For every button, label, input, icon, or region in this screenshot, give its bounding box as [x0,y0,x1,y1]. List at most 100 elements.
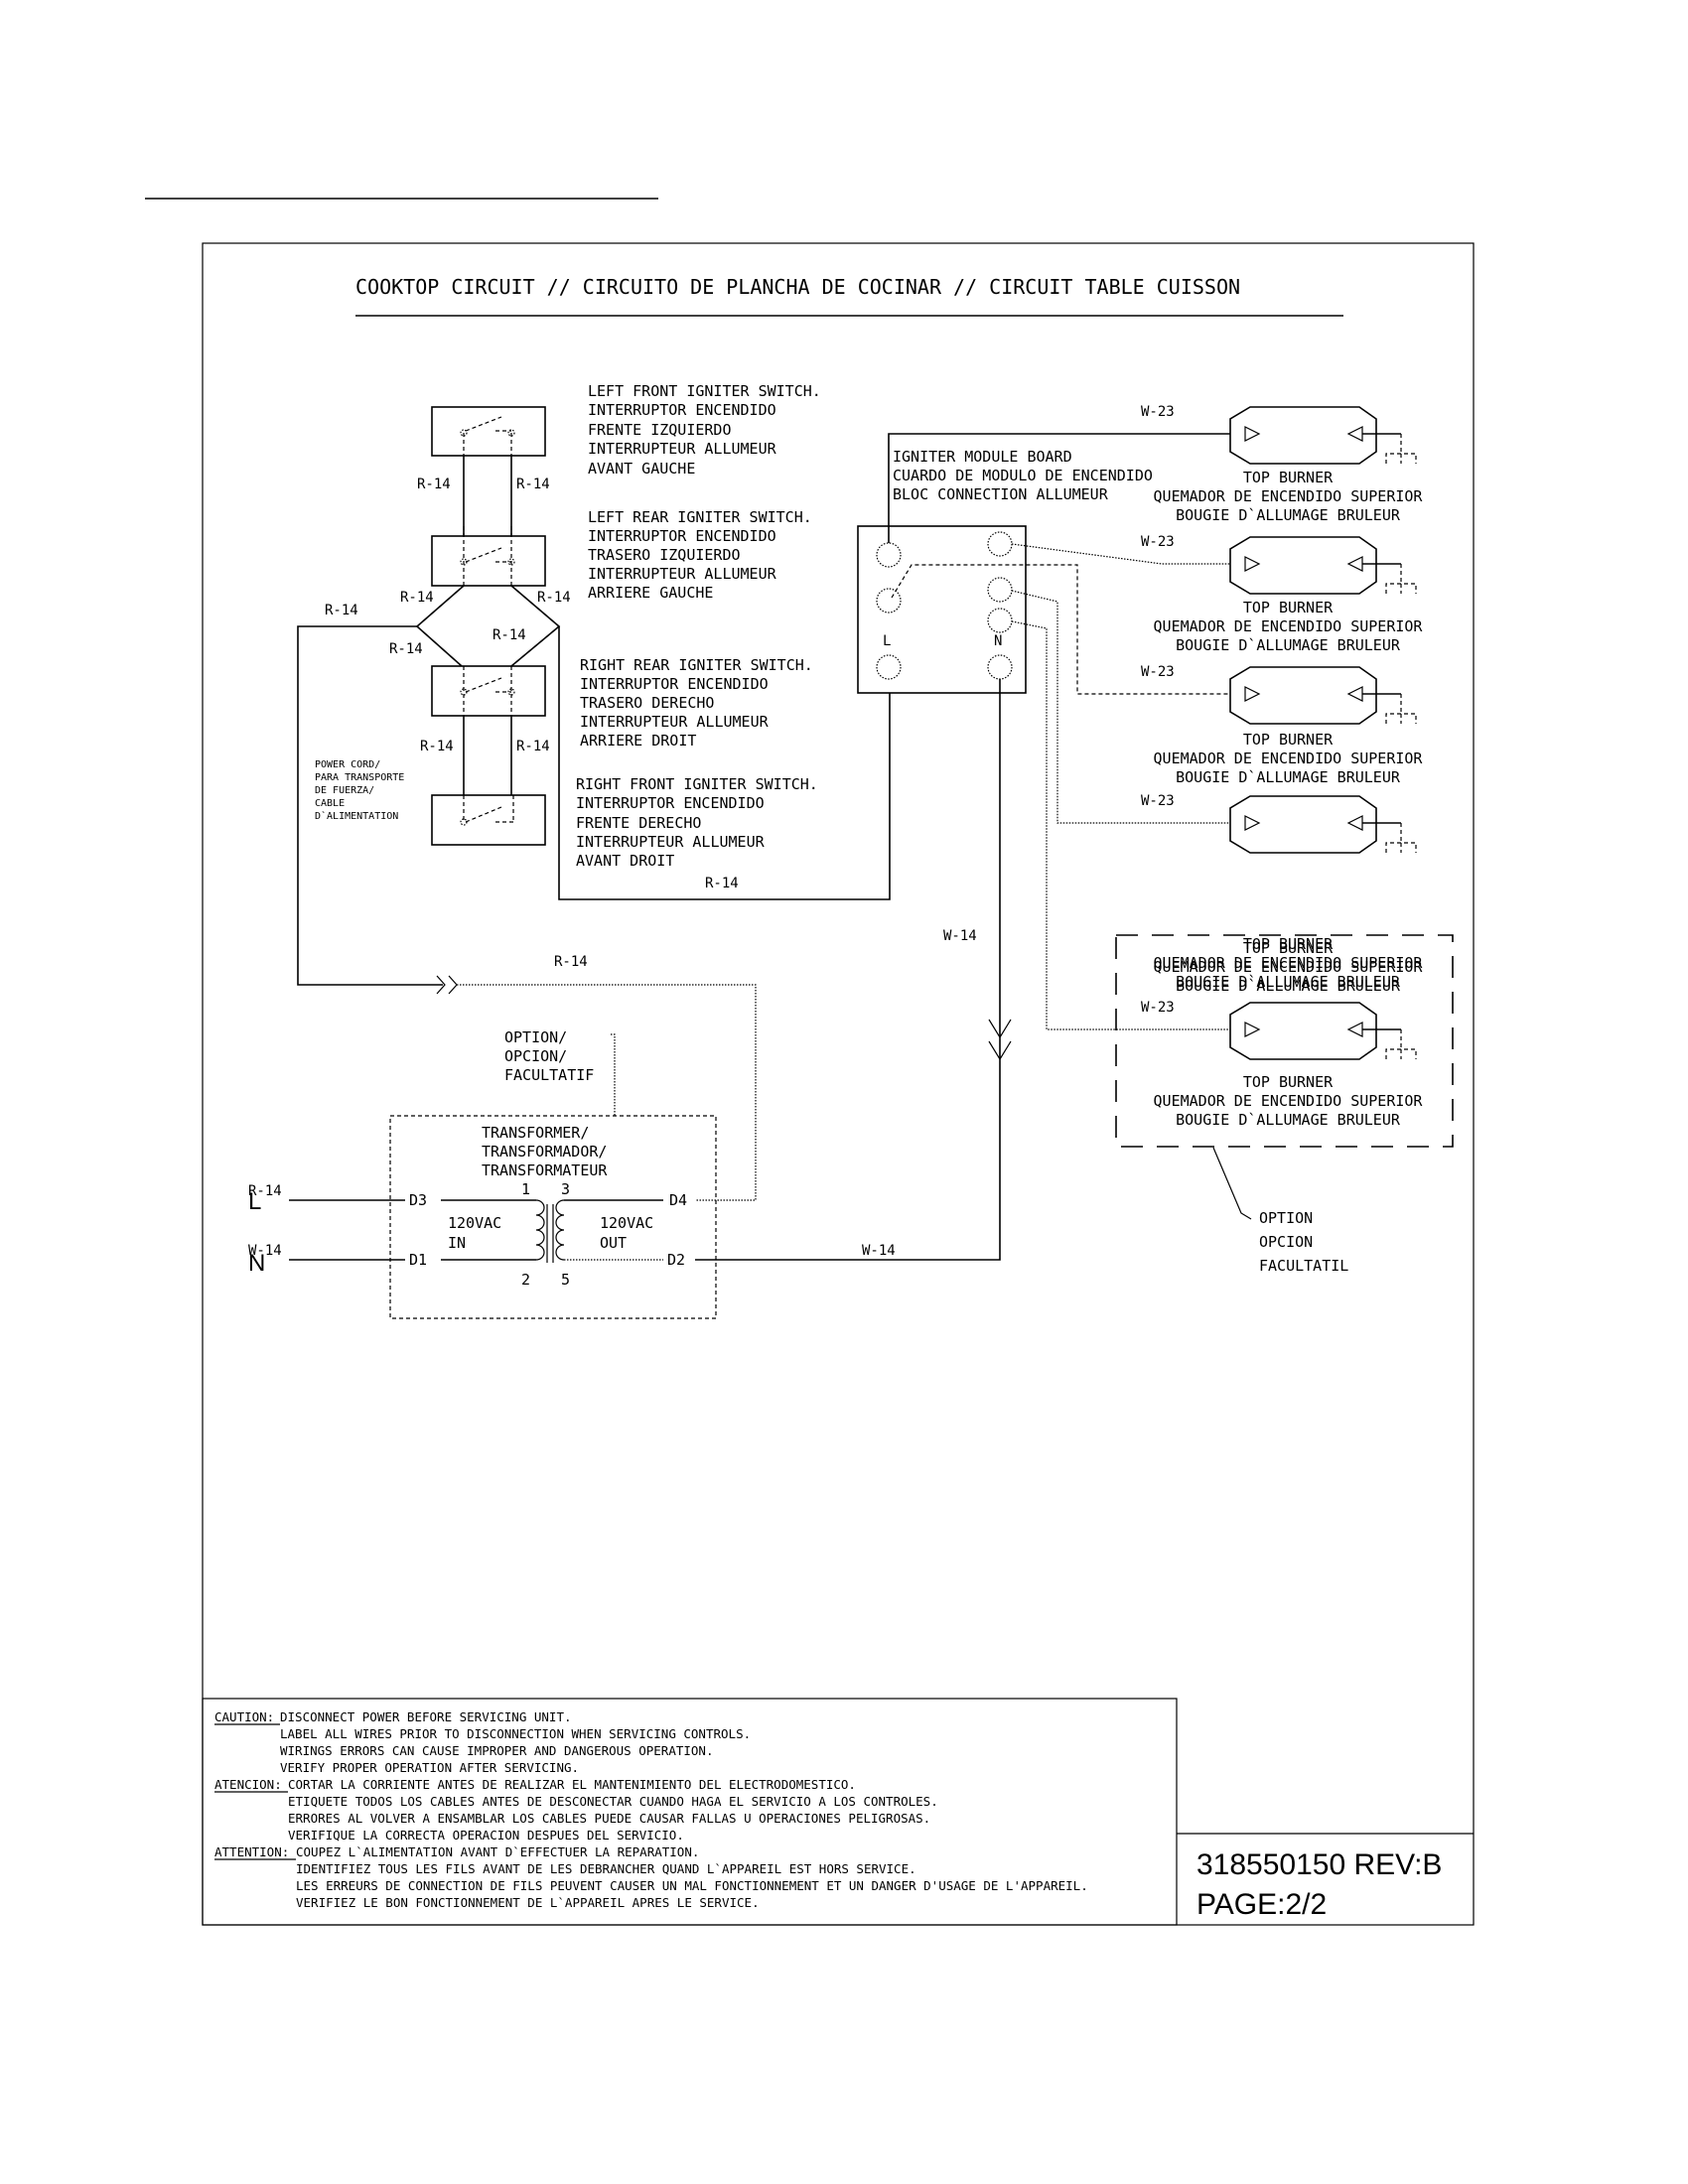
svg-text:INTERRUPTEUR ALLUMEUR: INTERRUPTEUR ALLUMEUR [588,440,777,458]
switch-right-rear-label: RIGHT REAR IGNITER SWITCH. INTERRUPTOR E… [580,656,813,750]
svg-text:INTERRUPTEUR ALLUMEUR: INTERRUPTEUR ALLUMEUR [588,565,777,583]
svg-text:AVANT DROIT: AVANT DROIT [576,852,674,870]
svg-text:LEFT REAR IGNITER SWITCH.: LEFT REAR IGNITER SWITCH. [588,508,812,526]
svg-text:VERIFIQUE LA CORRECTA OPERACIO: VERIFIQUE LA CORRECTA OPERACION DESPUES … [288,1828,684,1843]
igniter-arrow-icon [1244,556,1261,572]
svg-text:ERRORES AL VOLVER A ENSAMBLAR: ERRORES AL VOLVER A ENSAMBLAR LOS CABLES… [288,1811,930,1826]
svg-text:LEFT FRONT IGNITER SWITCH.: LEFT FRONT IGNITER SWITCH. [588,382,821,400]
svg-text:FRENTE IZQUIERDO: FRENTE IZQUIERDO [588,421,732,439]
svg-text:CORTAR LA CORRIENTE ANTES DE R: CORTAR LA CORRIENTE ANTES DE REALIZAR EL… [288,1777,856,1792]
svg-text:AVANT GAUCHE: AVANT GAUCHE [588,460,695,478]
igniter-arrow-icon [1346,1022,1363,1037]
svg-text:ETIQUETE TODOS LOS CABLES ANTE: ETIQUETE TODOS LOS CABLES ANTES DE DESCO… [288,1794,938,1809]
igniter-arrow-icon [1244,426,1261,442]
ground-icon [1385,1048,1417,1059]
switch-right-rear [431,665,546,717]
igniter-arrow-icon [1346,426,1363,442]
svg-text:R-14: R-14 [554,954,588,970]
svg-text:3: 3 [561,1180,570,1198]
svg-text:DISCONNECT POWER BEFORE SERVIC: DISCONNECT POWER BEFORE SERVICING UNIT. [280,1709,572,1724]
svg-text:R-14: R-14 [420,739,454,754]
svg-text:INTERRUPTOR ENCENDIDO: INTERRUPTOR ENCENDIDO [580,675,769,693]
svg-text:TOP BURNER: TOP BURNER [1243,599,1334,616]
svg-text:R-14: R-14 [325,603,358,618]
svg-text:ARRIERE GAUCHE: ARRIERE GAUCHE [588,584,713,602]
ground-icon [1385,453,1417,464]
svg-text:D3: D3 [409,1191,427,1209]
svg-text:R-14: R-14 [417,477,451,492]
svg-text:5: 5 [561,1271,570,1289]
caution-text: CAUTION: DISCONNECT POWER BEFORE SERVICI… [214,1709,1088,1910]
svg-text:INTERRUPTEUR ALLUMEUR: INTERRUPTEUR ALLUMEUR [580,713,770,731]
igniter-arrow-icon [1244,686,1261,702]
igniter-arrow-icon [1244,815,1261,831]
svg-text:BOUGIE D`ALLUMAGE BRULEUR: BOUGIE D`ALLUMAGE BRULEUR [1176,1111,1401,1129]
svg-text:BLOC CONNECTION ALLUMEUR: BLOC CONNECTION ALLUMEUR [893,485,1109,503]
page-number: PAGE:2/2 [1196,1888,1327,1921]
svg-text:1: 1 [521,1180,530,1198]
igniter-arrow-icon [1346,686,1363,702]
svg-text:INTERRUPTOR ENCENDIDO: INTERRUPTOR ENCENDIDO [588,401,776,419]
svg-text:R-14: R-14 [516,477,550,492]
svg-text:TRANSFORMATEUR: TRANSFORMATEUR [482,1161,608,1179]
svg-text:TOP BURNER: TOP BURNER [1243,731,1334,749]
svg-text:FACULTATIL: FACULTATIL [1259,1257,1348,1275]
switch-left-rear [431,526,546,587]
svg-text:D1: D1 [409,1251,427,1269]
svg-text:OUT: OUT [600,1234,627,1252]
svg-text:ARRIERE DROIT: ARRIERE DROIT [580,732,696,750]
svg-text:2: 2 [521,1271,530,1289]
top-burner: W-23 [1141,793,1417,854]
svg-text:ATTENTION:: ATTENTION: [214,1844,289,1859]
document-number: 318550150 REV:B [1196,1848,1442,1881]
igniter-module-board: L N [857,525,1027,694]
svg-text:INTERRUPTOR ENCENDIDO: INTERRUPTOR ENCENDIDO [588,527,776,545]
wire-w14-neutral [695,679,1001,1261]
svg-text:INTERRUPTOR ENCENDIDO: INTERRUPTOR ENCENDIDO [576,794,765,812]
neutral-label: N [248,1250,265,1277]
switch-right-front-label: RIGHT FRONT IGNITER SWITCH. INTERRUPTOR … [576,775,818,870]
transformer-option-label: OPTION/ OPCION/ FACULTATIF [504,1028,594,1084]
transformer-option-leader [611,1033,616,1116]
svg-text:QUEMADOR DE ENCENDIDO SUPERIOR: QUEMADOR DE ENCENDIDO SUPERIOR [1154,958,1424,976]
top-burner: W-23 [1141,534,1417,595]
ground-icon [1385,842,1417,853]
option-burner-label: OPTION OPCION FACULTATIL [1259,1209,1348,1275]
switch-left-front [431,406,546,457]
switch-right-front [431,794,546,846]
wire-label-w23: W-23 [1141,404,1175,420]
top-burner-label: TOP BURNERQUEMADOR DE ENCENDIDO SUPERIOR… [1154,1073,1424,1129]
svg-text:VERIFY PROPER OPERATION AFTER: VERIFY PROPER OPERATION AFTER SERVICING. [280,1760,579,1775]
wire-label-w23: W-23 [1141,793,1175,809]
svg-text:CABLE: CABLE [315,798,345,809]
svg-text:COUPEZ L`ALIMENTATION AVANT D`: COUPEZ L`ALIMENTATION AVANT D`EFFECTUER … [296,1844,699,1859]
svg-text:N: N [994,633,1002,649]
wire-label-w23: W-23 [1141,534,1175,550]
option-leader [1212,1147,1252,1220]
svg-text:LES ERREURS DE CONNECTION DE F: LES ERREURS DE CONNECTION DE FILS PEUVEN… [296,1878,1088,1893]
svg-text:WIRINGS ERRORS CAN CAUSE IMPRO: WIRINGS ERRORS CAN CAUSE IMPROPER AND DA… [280,1743,714,1758]
svg-text:QUEMADOR DE ENCENDIDO SUPERIOR: QUEMADOR DE ENCENDIDO SUPERIOR [1154,487,1424,505]
ground-icon [1385,713,1417,724]
wire-label-w23: W-23 [1141,664,1175,680]
optional-transformer: TRANSFORMER/ TRANSFORMADOR/ TRANSFORMATE… [289,1115,717,1319]
svg-text:OPCION/: OPCION/ [504,1047,567,1065]
svg-text:IGNITER MODULE BOARD: IGNITER MODULE BOARD [893,448,1072,466]
svg-text:120VAC: 120VAC [600,1214,653,1232]
svg-text:FACULTATIF: FACULTATIF [504,1066,594,1084]
svg-text:TOP BURNER: TOP BURNER [1243,1073,1334,1091]
svg-text:IDENTIFIEZ TOUS LES FILS AVANT: IDENTIFIEZ TOUS LES FILS AVANT DE LES DE… [296,1861,916,1876]
svg-text:BOUGIE D`ALLUMAGE BRULEUR: BOUGIE D`ALLUMAGE BRULEUR [1176,768,1401,786]
svg-text:OPTION/: OPTION/ [504,1028,567,1046]
svg-text:LABEL ALL WIRES PRIOR TO DISCO: LABEL ALL WIRES PRIOR TO DISCONNECTION W… [280,1726,751,1741]
svg-text:BOUGIE D`ALLUMAGE BRULEUR: BOUGIE D`ALLUMAGE BRULEUR [1176,636,1401,654]
svg-text:CUARDO DE MODULO DE ENCENDIDO: CUARDO DE MODULO DE ENCENDIDO [893,467,1153,484]
burners: W-23TOP BURNERQUEMADOR DE ENCENDIDO SUPE… [1141,404,1423,1129]
diagram-title: COOKTOP CIRCUIT // CIRCUITO DE PLANCHA D… [355,275,1240,299]
top-burner-label: TOP BURNERQUEMADOR DE ENCENDIDO SUPERIOR… [1154,939,1424,995]
svg-text:R-14: R-14 [705,876,739,891]
igniter-arrow-icon [1346,815,1363,831]
ground-icon [1385,583,1417,594]
svg-text:DE FUERZA/: DE FUERZA/ [315,785,374,796]
svg-text:R-14: R-14 [516,739,550,754]
